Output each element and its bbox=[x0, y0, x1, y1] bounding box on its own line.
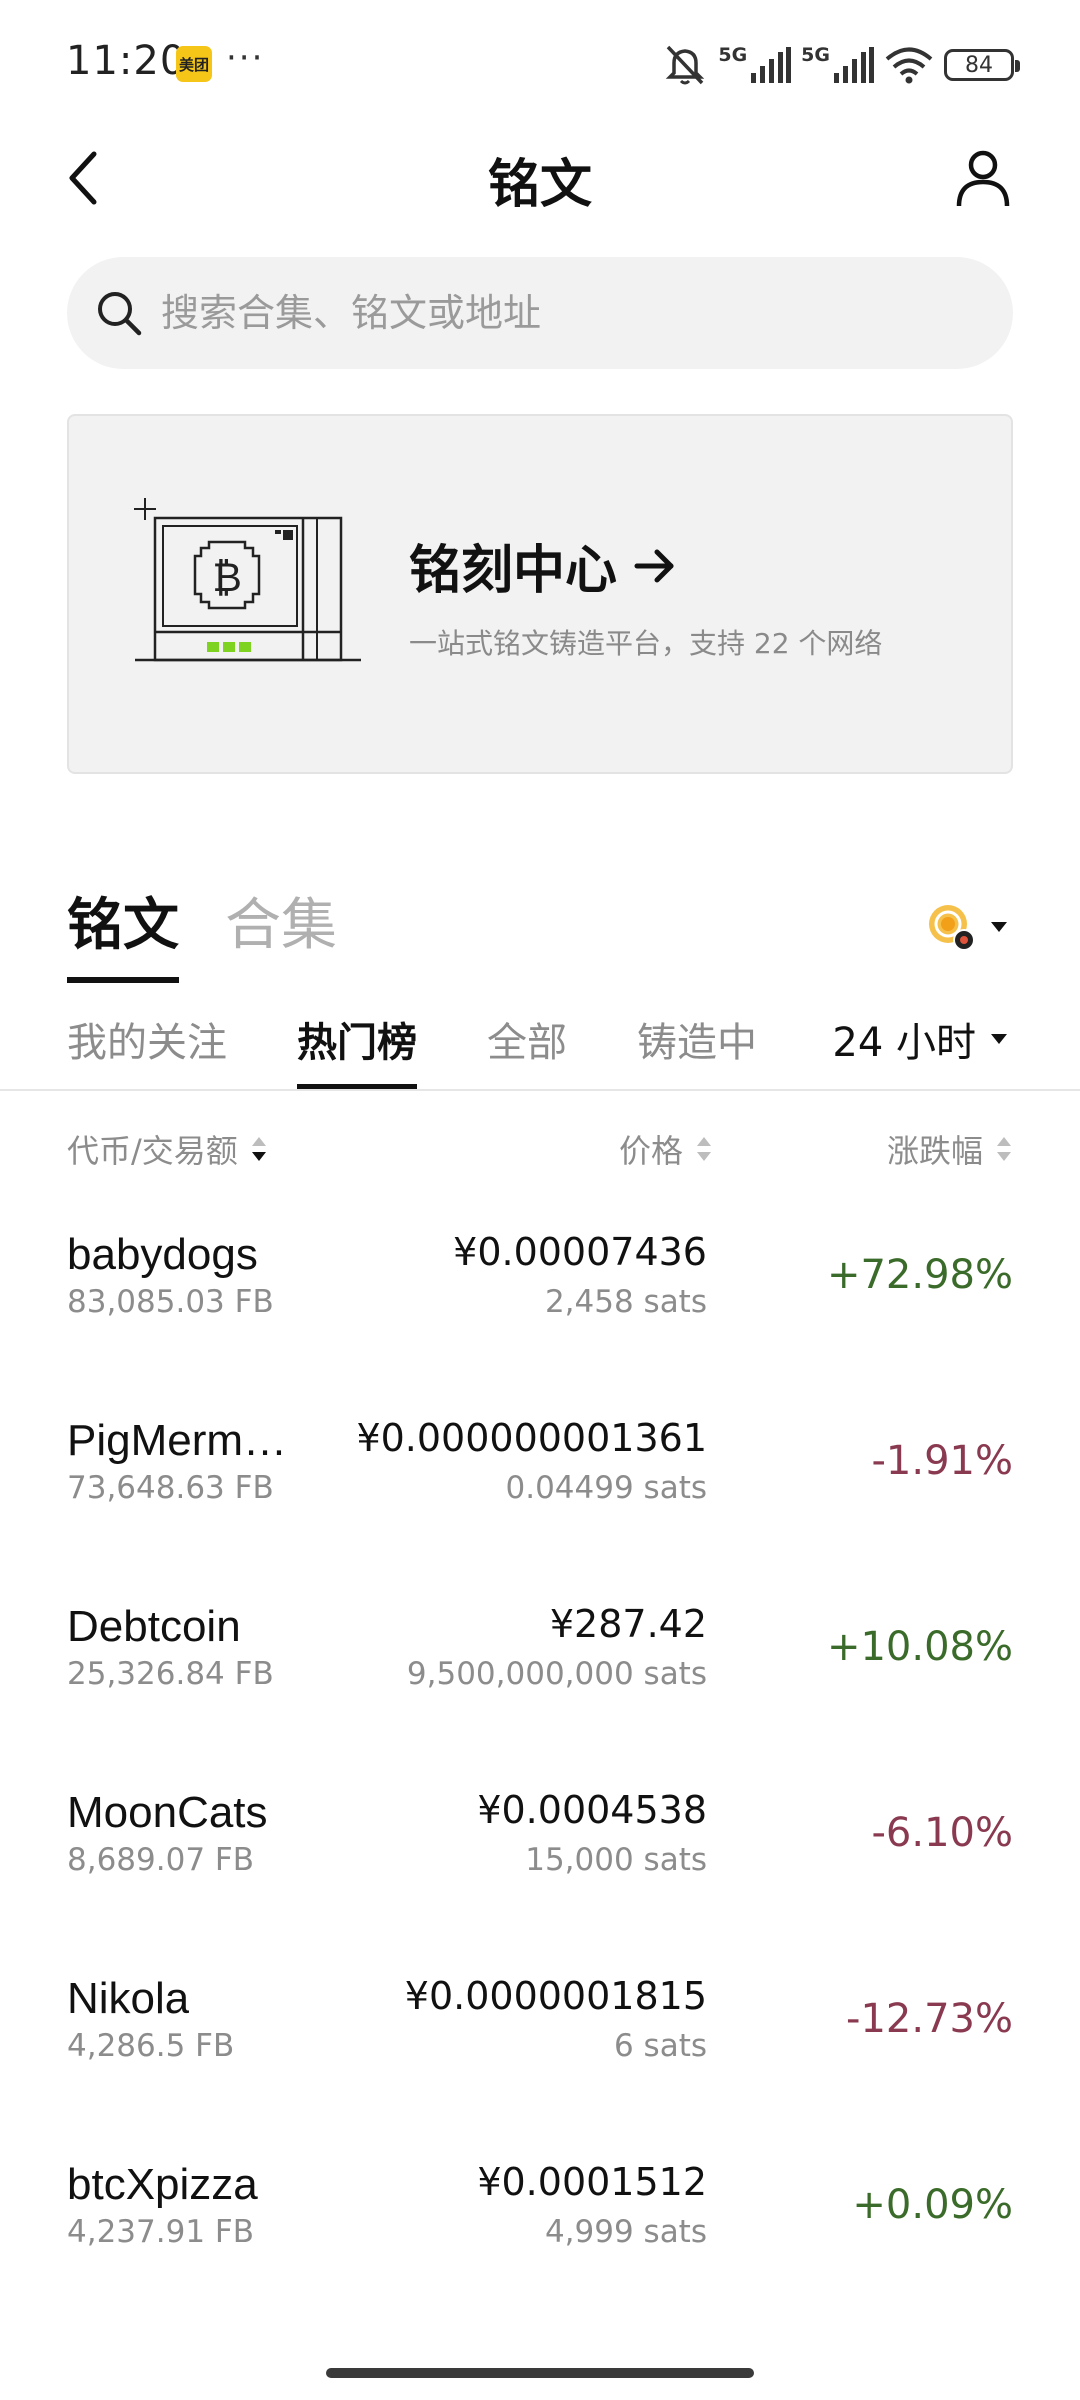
tab-trending[interactable]: 热门榜 bbox=[297, 1010, 417, 1090]
sort-icon bbox=[697, 1137, 711, 1161]
table-row[interactable]: btcXpizza 4,237.91 FB ¥0.0001512 4,999 s… bbox=[67, 2148, 1013, 2334]
sort-by-volume[interactable]: 代币/交易额 bbox=[67, 1126, 268, 1172]
token-price-sats: 4,999 sats bbox=[544, 2214, 707, 2250]
home-indicator[interactable] bbox=[326, 2368, 754, 2378]
sort-desc-icon bbox=[251, 1137, 266, 1161]
profile-button[interactable] bbox=[948, 138, 1018, 218]
token-name: MoonCats bbox=[67, 1788, 268, 1837]
table-row[interactable]: Debtcoin 25,326.84 FB ¥287.42 9,500,000,… bbox=[67, 1590, 1013, 1776]
time-filter-label: 24 小时 bbox=[832, 1020, 976, 1066]
status-time: 11:20 bbox=[66, 38, 187, 84]
search-bar[interactable] bbox=[67, 257, 1013, 369]
status-bar: 11:20 美团 ··· 5G 5G 84 bbox=[0, 0, 1080, 120]
wifi-icon bbox=[885, 47, 933, 84]
search-input[interactable] bbox=[161, 291, 961, 335]
sort-icon bbox=[997, 1137, 1011, 1161]
caret-down-icon bbox=[991, 1034, 1007, 1044]
more-notifications-icon: ··· bbox=[226, 38, 265, 78]
meituan-app-icon: 美团 bbox=[176, 46, 212, 82]
banner-title-text: 铭刻中心 bbox=[409, 541, 618, 601]
svg-text:₿: ₿ bbox=[212, 555, 242, 601]
token-price: ¥0.00007436 bbox=[453, 1230, 707, 1274]
token-name: PigMerm… bbox=[67, 1416, 288, 1465]
time-filter-dropdown[interactable]: 24 小时 bbox=[832, 1010, 1008, 1068]
token-change: +10.08% bbox=[826, 1624, 1013, 1670]
network-selector[interactable] bbox=[926, 902, 1008, 952]
battery-indicator: 84 bbox=[944, 49, 1020, 81]
signal-icon-2 bbox=[834, 47, 874, 83]
bitcoin-machine-illustration: ₿ bbox=[133, 498, 363, 672]
token-name: btcXpizza bbox=[67, 2160, 258, 2209]
banner-subtitle: 一站式铭文铸造平台，支持 22 个网络 bbox=[409, 627, 883, 660]
token-name: babydogs bbox=[67, 1230, 258, 1279]
inscription-list: babydogs 83,085.03 FB ¥0.00007436 2,458 … bbox=[67, 1218, 1013, 2334]
token-price: ¥0.0001512 bbox=[477, 2160, 707, 2204]
token-price: ¥0.0004538 bbox=[477, 1788, 707, 1832]
tab-inscriptions[interactable]: 铭文 bbox=[67, 880, 179, 983]
token-price-sats: 2,458 sats bbox=[544, 1284, 707, 1320]
network-logo-icon bbox=[929, 905, 975, 951]
token-price: ¥0.0000001815 bbox=[404, 1974, 707, 2018]
search-icon bbox=[98, 292, 142, 336]
token-volume: 83,085.03 FB bbox=[67, 1284, 274, 1320]
caret-down-icon bbox=[991, 922, 1007, 932]
token-change: -12.73% bbox=[846, 1996, 1013, 2042]
network-5g-label-1: 5G bbox=[718, 44, 748, 66]
sub-tabs: 我的关注 热门榜 全部 铸造中 bbox=[67, 1010, 827, 1090]
table-header: 代币/交易额 价格 涨跌幅 bbox=[67, 1126, 1013, 1176]
page-title: 铭文 bbox=[487, 155, 592, 215]
banner-title: 铭刻中心 bbox=[409, 528, 677, 603]
column-change-label: 涨跌幅 bbox=[886, 1132, 983, 1170]
arrow-right-icon bbox=[634, 549, 674, 582]
token-change: +72.98% bbox=[826, 1252, 1013, 1298]
token-change: -6.10% bbox=[871, 1810, 1013, 1856]
main-tabs: 铭文 合集 bbox=[67, 880, 337, 983]
token-name: Nikola bbox=[67, 1974, 190, 2023]
token-price-sats: 9,500,000,000 sats bbox=[406, 1656, 707, 1692]
tab-my-watchlist[interactable]: 我的关注 bbox=[67, 1010, 227, 1090]
divider bbox=[0, 1089, 1080, 1091]
token-volume: 4,237.91 FB bbox=[67, 2214, 254, 2250]
token-change: +0.09% bbox=[852, 2182, 1013, 2228]
signal-icon-1 bbox=[751, 47, 792, 83]
sort-by-price[interactable]: 价格 bbox=[619, 1126, 713, 1172]
token-change: -1.91% bbox=[871, 1438, 1013, 1484]
mute-icon bbox=[666, 45, 705, 85]
token-price: ¥0.000000001361 bbox=[356, 1416, 707, 1460]
table-row[interactable]: PigMerm… 73,648.63 FB ¥0.000000001361 0.… bbox=[67, 1404, 1013, 1590]
tab-collections[interactable]: 合集 bbox=[225, 880, 337, 983]
token-price: ¥287.42 bbox=[549, 1602, 707, 1646]
token-price-sats: 0.04499 sats bbox=[505, 1470, 708, 1506]
column-price-label: 价格 bbox=[618, 1132, 683, 1170]
table-row[interactable]: babydogs 83,085.03 FB ¥0.00007436 2,458 … bbox=[67, 1218, 1013, 1404]
tab-minting[interactable]: 铸造中 bbox=[637, 1010, 757, 1090]
token-volume: 8,689.07 FB bbox=[67, 1842, 254, 1878]
app-header: 铭文 bbox=[0, 120, 1080, 240]
status-indicators: 5G 5G 84 bbox=[662, 40, 1020, 90]
tab-all[interactable]: 全部 bbox=[487, 1010, 567, 1090]
column-token-label: 代币/交易额 bbox=[67, 1132, 238, 1170]
inscription-center-banner[interactable]: ₿ 铭刻中心 一站式铭文铸造平台，支持 22 个网络 bbox=[67, 414, 1013, 774]
user-icon bbox=[956, 150, 1010, 207]
token-price-sats: 6 sats bbox=[613, 2028, 707, 2064]
token-volume: 25,326.84 FB bbox=[67, 1656, 274, 1692]
sort-by-change[interactable]: 涨跌幅 bbox=[887, 1126, 1013, 1172]
table-row[interactable]: MoonCats 8,689.07 FB ¥0.0004538 15,000 s… bbox=[67, 1776, 1013, 1962]
table-row[interactable]: Nikola 4,286.5 FB ¥0.0000001815 6 sats -… bbox=[67, 1962, 1013, 2148]
token-volume: 73,648.63 FB bbox=[67, 1470, 274, 1506]
token-volume: 4,286.5 FB bbox=[67, 2028, 235, 2064]
network-5g-label-2: 5G bbox=[801, 44, 830, 66]
token-name: Debtcoin bbox=[67, 1602, 241, 1651]
token-price-sats: 15,000 sats bbox=[525, 1842, 707, 1878]
